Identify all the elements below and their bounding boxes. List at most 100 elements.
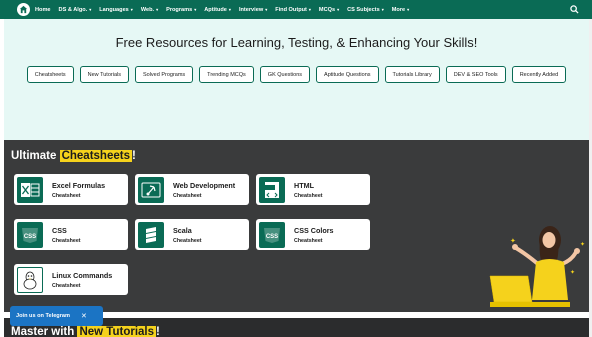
nav-menu: Home DS & Algo. ▾ Languages ▾ Web. ▾ Programs ▾ A… [35, 0, 417, 19]
nav-item-aptitude[interactable]: Aptitude ▾ [204, 7, 231, 13]
nav-item-label: Aptitude [204, 6, 227, 13]
nav-item-languages[interactable]: Languages ▾ [99, 7, 133, 13]
chip-cheatsheets[interactable]: Cheatsheets [26, 66, 74, 83]
card-text: HTML Cheatsheet [294, 181, 323, 199]
home-logo-icon [19, 5, 28, 14]
linux-icon [17, 266, 43, 293]
nav-item-label: Programs [166, 6, 193, 13]
nav-item-label: Web. [140, 6, 155, 13]
chip-new-tutorials[interactable]: New Tutorials [79, 66, 129, 83]
nav-item-label: MCQs [318, 6, 336, 13]
chevron-down-icon: ▾ [194, 7, 197, 12]
telegram-banner[interactable]: Join us on Telegram ✕ [10, 306, 103, 326]
excel-icon [17, 176, 43, 203]
card-subtitle: Cheatsheet [52, 192, 81, 199]
chip-tutorials-library[interactable]: Tutorials Library [384, 66, 440, 83]
chevron-down-icon: ▾ [89, 7, 92, 12]
cheatsheet-card-html[interactable]: HTML Cheatsheet [256, 174, 370, 205]
top-nav: Home DS & Algo. ▾ Languages ▾ Web. ▾ Programs ▾ A… [0, 0, 592, 19]
heading-highlight: Cheatsheets [59, 150, 132, 162]
card-text: Linux Commands Cheatsheet [52, 271, 112, 289]
nav-item-label: More [391, 6, 406, 13]
css-icon: CSS [17, 221, 43, 248]
html-file-icon [259, 176, 285, 203]
svg-text:✦: ✦ [510, 237, 516, 245]
hero-title: Free Resources for Learning, Testing, & … [115, 35, 478, 50]
heading-prefix: Ultimate [11, 150, 60, 162]
chevron-down-icon: ▾ [407, 7, 410, 12]
svg-text:CSS: CSS [24, 234, 36, 240]
card-title: Web Development [173, 180, 236, 190]
nav-item-find-output[interactable]: Find Output ▾ [275, 7, 311, 13]
card-title: CSS Colors [294, 225, 334, 235]
chip-trending-mcqs[interactable]: Trending MCQs [199, 66, 254, 83]
resource-chips: Cheatsheets New Tutorials Solved Programs T… [4, 66, 589, 91]
card-subtitle: Cheatsheet [52, 282, 81, 289]
svg-text:✦: ✦ [570, 269, 575, 276]
tutorials-heading: Master with New Tutorials! [11, 326, 160, 337]
cheatsheet-card-css-colors[interactable]: CSS CSS Colors Cheatsheet [256, 219, 370, 250]
svg-text:CSS: CSS [266, 234, 278, 240]
scala-icon [138, 221, 164, 248]
card-text: CSS Colors Cheatsheet [294, 226, 334, 244]
telegram-label: Join us on Telegram [16, 313, 70, 319]
card-text: Web Development Cheatsheet [173, 181, 235, 199]
card-subtitle: Cheatsheet [173, 237, 202, 244]
card-title: HTML [294, 180, 314, 190]
cheatsheet-card-excel-formulas[interactable]: Excel Formulas Cheatsheet [14, 174, 128, 205]
heading-suffix: ! [131, 150, 136, 162]
card-title: CSS [52, 225, 67, 235]
nav-item-label: Find Output [275, 6, 307, 13]
search-icon[interactable] [570, 5, 579, 14]
cheatsheet-card-scala[interactable]: Scala Cheatsheet [135, 219, 249, 250]
chip-solved-programs[interactable]: Solved Programs [134, 66, 194, 83]
chip-dev-seo-tools[interactable]: DEV & SEO Tools [445, 66, 506, 83]
rocket-icon [138, 176, 164, 203]
nav-item-label: CS Subjects [347, 6, 380, 13]
nav-item-label: DS & Algo. [58, 6, 88, 13]
chip-aptitude-questions[interactable]: Aptitude Questions [316, 66, 379, 83]
chip-recently-added[interactable]: Recently Added [511, 66, 567, 83]
card-subtitle: Cheatsheet [173, 192, 202, 199]
card-title: Linux Commands [52, 270, 113, 280]
girl-with-laptop-illustration: ✦ ✦ ✦ [489, 226, 585, 307]
nav-item-cs-subjects[interactable]: CS Subjects ▾ [347, 7, 384, 13]
cheatsheet-card-css[interactable]: CSS CSS Cheatsheet [14, 219, 128, 250]
nav-item-label: Interview [238, 6, 264, 13]
heading-prefix: Master with [11, 326, 78, 337]
heading-suffix: ! [156, 326, 160, 337]
nav-item-home[interactable]: Home [35, 7, 51, 13]
card-title: Scala [173, 225, 192, 235]
chevron-down-icon: ▾ [337, 7, 340, 12]
card-subtitle: Cheatsheet [294, 237, 323, 244]
chevron-down-icon: ▾ [228, 7, 231, 12]
chevron-down-icon: ▾ [130, 7, 133, 12]
chevron-down-icon: ▾ [156, 7, 159, 12]
chevron-down-icon: ▾ [381, 7, 384, 12]
hero-section: Free Resources for Learning, Testing, & … [4, 19, 589, 140]
card-text: CSS Cheatsheet [52, 226, 81, 244]
card-text: Excel Formulas Cheatsheet [52, 181, 105, 199]
nav-item-label: Languages [99, 6, 129, 13]
chevron-down-icon: ▾ [308, 7, 311, 12]
nav-item-more[interactable]: More ▾ [392, 7, 409, 13]
nav-item-interview[interactable]: Interview ▾ [239, 7, 267, 13]
svg-text:✦: ✦ [580, 241, 585, 248]
nav-item-programs[interactable]: Programs ▾ [166, 7, 196, 13]
chip-gk-questions[interactable]: GK Questions [259, 66, 311, 83]
nav-item-ds-algo[interactable]: DS & Algo. ▾ [59, 7, 92, 13]
cheatsheet-card-linux-commands[interactable]: Linux Commands Cheatsheet [14, 264, 128, 295]
site-logo[interactable] [17, 3, 30, 16]
nav-item-web[interactable]: Web. ▾ [141, 7, 158, 13]
nav-item-mcqs[interactable]: MCQs ▾ [319, 7, 339, 13]
nav-item-label: Home [35, 6, 51, 13]
css-colors-icon: CSS [259, 221, 285, 248]
chevron-down-icon: ▾ [265, 7, 268, 12]
card-subtitle: Cheatsheet [52, 237, 81, 244]
card-subtitle: Cheatsheet [294, 192, 323, 199]
cheatsheet-card-web-development[interactable]: Web Development Cheatsheet [135, 174, 249, 205]
heading-highlight: New Tutorials [77, 326, 157, 337]
close-icon[interactable]: ✕ [81, 312, 87, 320]
card-text: Scala Cheatsheet [173, 226, 202, 244]
card-title: Excel Formulas [52, 180, 106, 190]
